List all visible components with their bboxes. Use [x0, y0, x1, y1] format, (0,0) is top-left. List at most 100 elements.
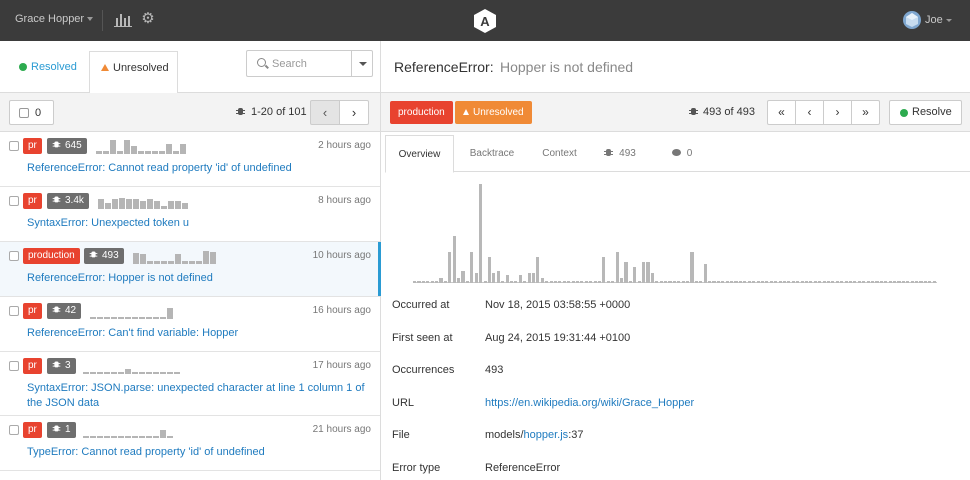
issue-checkbox[interactable] [9, 306, 19, 316]
issue-row[interactable]: pr 3 17 hours ago SyntaxError: JSON.pars… [0, 352, 380, 416]
occurrence-count-badge: 42 [47, 303, 82, 319]
issue-checkbox[interactable] [9, 425, 19, 435]
sparkline-bar [152, 151, 158, 154]
resolve-button[interactable]: Resolve [889, 100, 962, 125]
top-bar: Grace Hopper ⚙ A Joe [0, 0, 970, 41]
sparkline-bar [97, 317, 103, 319]
chevron-down-icon[interactable] [87, 17, 93, 21]
chart-bar [597, 281, 602, 283]
error-type: ReferenceError: [394, 59, 494, 75]
tab-backtrace[interactable]: Backtrace [457, 135, 527, 172]
environment-badge: pr [23, 193, 42, 209]
tab-unresolved[interactable]: Unresolved [89, 51, 178, 94]
issue-row[interactable]: pr 3.4k 8 hours ago SyntaxError: Unexpec… [0, 187, 380, 242]
issue-row-selected[interactable]: production 493 10 hours ago ReferenceErr… [0, 242, 381, 297]
detail-row-occurrences: Occurrences 493 [381, 352, 970, 385]
sparkline-bar [125, 317, 131, 319]
chart-bar [800, 281, 804, 283]
chart-bar [439, 278, 443, 283]
first-occurrence-button[interactable]: « [767, 100, 796, 125]
chart-bar [774, 281, 778, 283]
chart-bar [928, 281, 932, 283]
chart-bar [897, 281, 901, 283]
select-all-checkbox[interactable]: 0 [9, 100, 54, 125]
next-page-button[interactable]: › [339, 100, 369, 125]
sparkline-bar [160, 317, 166, 319]
tab-occurrences[interactable]: 493 [595, 135, 645, 172]
chart-bar [501, 281, 505, 283]
issue-title[interactable]: SyntaxError: Unexpected token u [27, 216, 372, 231]
tab-comments[interactable]: 0 [657, 135, 707, 172]
issue-time: 2 hours ago [318, 140, 371, 151]
issue-title[interactable]: SyntaxError: JSON.parse: unexpected char… [27, 381, 372, 411]
detail-row-first-seen: First seen at Aug 24, 2015 19:31:44 +010… [381, 320, 970, 353]
issue-title[interactable]: ReferenceError: Can't find variable: Hop… [27, 326, 372, 341]
sparkline-bar [103, 151, 109, 154]
sparkline-bar [111, 436, 117, 438]
chart-bar [624, 262, 628, 283]
environment-badge: production [23, 248, 80, 264]
sparkline-bar [111, 372, 117, 374]
prev-occurrence-button[interactable]: ‹ [795, 100, 824, 125]
sparkline-bar [118, 436, 124, 438]
warning-icon [101, 64, 109, 71]
tab-context[interactable]: Context [528, 135, 591, 172]
chart-bar [681, 281, 685, 283]
sparkline-bar [182, 203, 188, 209]
search-input[interactable] [272, 55, 348, 72]
chart-bar [602, 257, 606, 283]
chart-bar [637, 281, 641, 283]
org-switcher-label[interactable]: Grace Hopper [15, 13, 84, 25]
chart-bar [712, 281, 716, 283]
chart-bar [835, 281, 839, 283]
avatar[interactable] [903, 11, 921, 29]
sparkline-bar [168, 201, 174, 209]
occurrence-count-badge: 1 [47, 422, 76, 438]
issue-row[interactable]: pr 645 2 hours ago ReferenceError: Canno… [0, 132, 380, 187]
prev-page-button[interactable]: ‹ [310, 100, 340, 125]
sparkline-bar [83, 372, 89, 374]
sparkline-bar [132, 372, 138, 374]
chart-bar [677, 281, 681, 283]
tab-resolved[interactable]: Resolved [10, 51, 86, 83]
stats-icon[interactable] [114, 12, 132, 27]
app-logo[interactable]: A [473, 8, 497, 34]
chart-bar [901, 281, 905, 283]
search-box[interactable] [246, 50, 352, 77]
chart-bar [932, 281, 936, 283]
issue-row[interactable]: pr 42 16 hours ago ReferenceError: Can't… [0, 297, 380, 352]
last-occurrence-button[interactable]: » [851, 100, 880, 125]
search-dropdown-button[interactable] [351, 50, 373, 77]
sparkline-bar [210, 252, 216, 264]
chevron-down-icon[interactable] [946, 19, 952, 22]
issue-row[interactable]: pr 1 21 hours ago TypeError: Cannot read… [0, 416, 380, 471]
sparkline-bar [104, 436, 110, 438]
issue-title[interactable]: ReferenceError: Hopper is not defined [27, 271, 372, 286]
checkbox[interactable] [19, 108, 29, 118]
sparkline-bar [133, 199, 139, 209]
file-link[interactable]: hopper.js [524, 429, 569, 441]
url-link[interactable]: https://en.wikipedia.org/wiki/Grace_Hopp… [485, 397, 694, 409]
gear-icon[interactable]: ⚙ [140, 11, 156, 27]
issue-checkbox[interactable] [9, 361, 19, 371]
issue-checkbox[interactable] [9, 196, 19, 206]
issue-title[interactable]: ReferenceError: Cannot read property 'id… [27, 161, 372, 176]
chart-bar [593, 281, 597, 283]
sparkline-bar [119, 198, 125, 209]
chart-bar [906, 281, 910, 283]
tab-overview[interactable]: Overview [385, 135, 454, 173]
issue-checkbox[interactable] [9, 141, 19, 151]
sparkline-bar [167, 436, 173, 438]
issue-title[interactable]: TypeError: Cannot read property 'id' of … [27, 445, 372, 460]
detail-row-file: File models/hopper.js:37 [381, 417, 970, 450]
issue-checkbox[interactable] [9, 251, 19, 261]
chart-bar [470, 252, 474, 283]
next-occurrence-button[interactable]: › [823, 100, 852, 125]
user-name[interactable]: Joe [925, 14, 943, 26]
occurrence-count-badge: 645 [47, 138, 87, 154]
issue-time: 10 hours ago [312, 250, 371, 261]
bug-icon [52, 360, 61, 369]
sparkline-bar [189, 261, 195, 264]
chart-bar [862, 281, 866, 283]
chart-bar [558, 281, 562, 283]
